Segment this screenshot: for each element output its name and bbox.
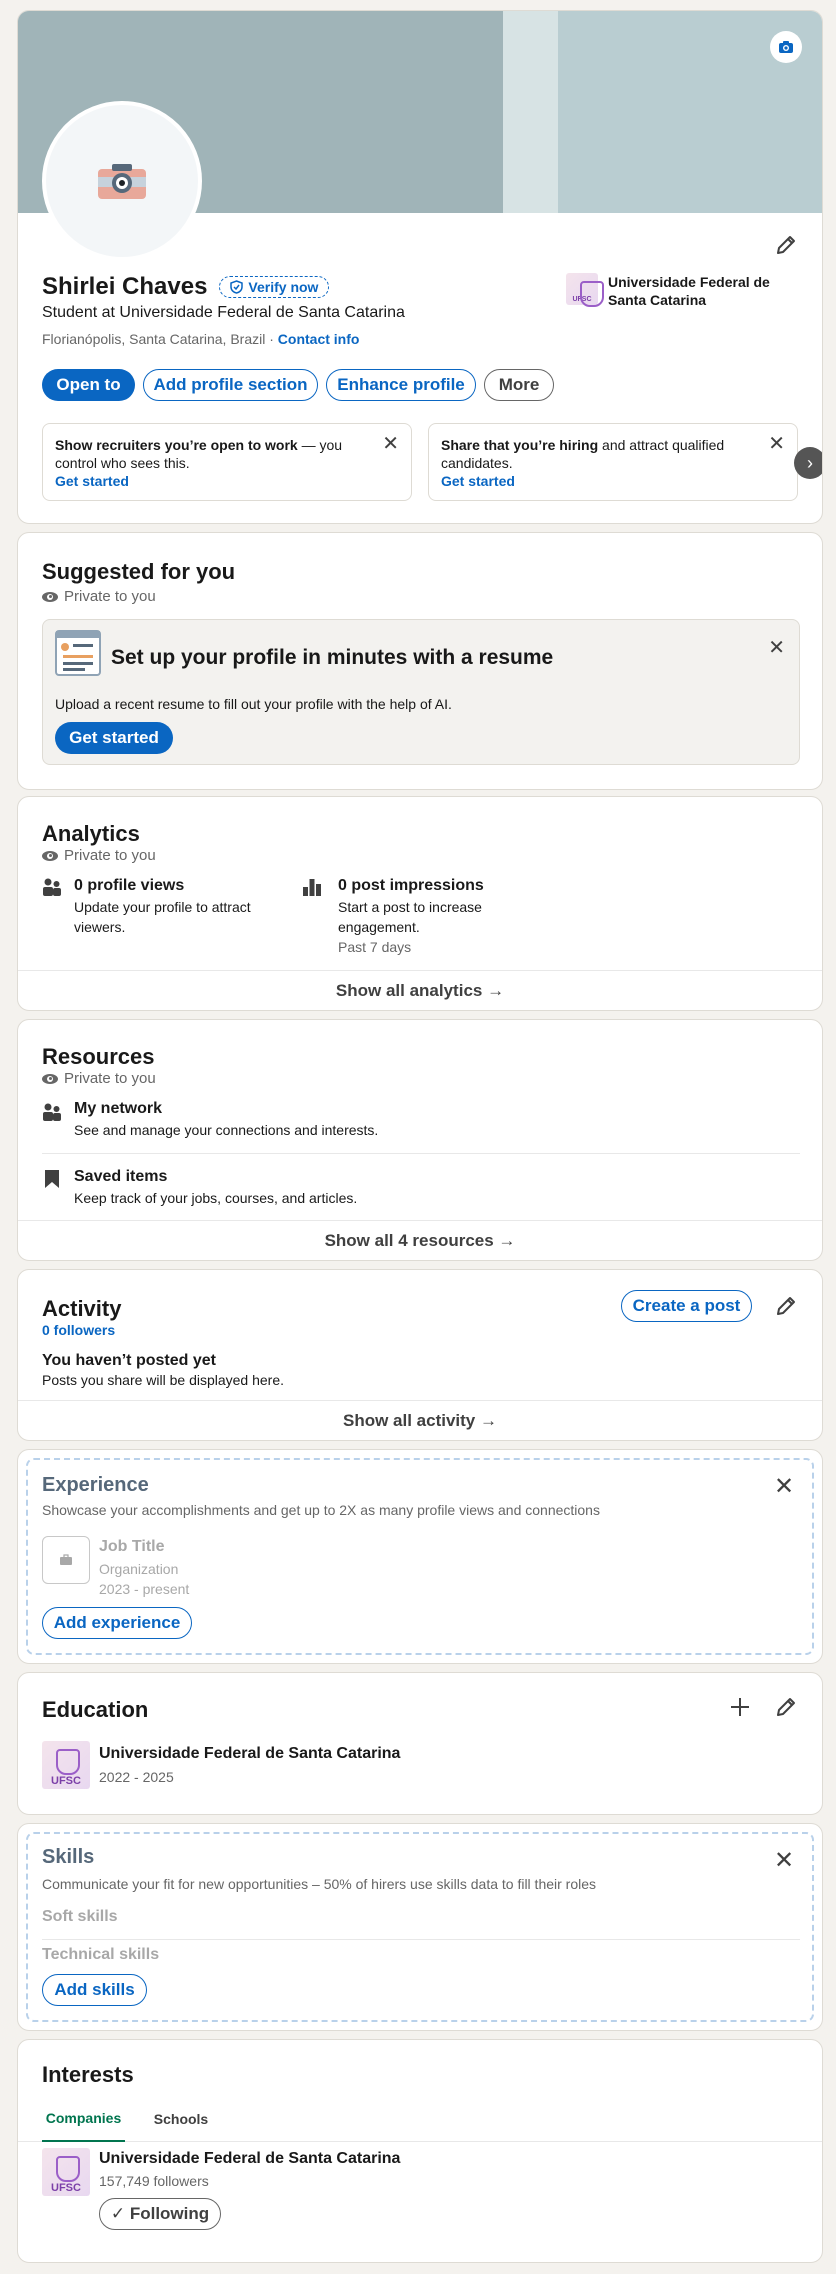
camera-icon[interactable] [770,31,802,63]
interest-followers: 157,749 followers [99,2173,209,2189]
close-icon[interactable]: ✕ [382,434,399,454]
edit-activity-pencil-icon[interactable] [774,1294,798,1318]
profile-location: Florianópolis, Santa Catarina, Brazil [42,331,266,347]
resume-title: Set up your profile in minutes with a re… [111,646,554,669]
experience-description: Showcase your accomplishments and get up… [42,1502,600,1518]
open-to-work-get-started-link[interactable]: Get started [55,473,129,489]
dates-placeholder: 2023 - present [99,1581,190,1597]
resume-get-started-button[interactable]: Get started [55,722,173,754]
experience-title: Experience [42,1474,149,1496]
empty-activity-description: Posts you share will be displayed here. [42,1372,285,1388]
skills-description: Communicate your fit for new opportuniti… [42,1876,597,1892]
resume-document-icon [55,630,101,676]
bookmark-icon [45,1170,59,1188]
profile-name: Shirlei Chaves [42,273,208,300]
followers-count-link[interactable]: 0 followers [42,1322,115,1338]
interests-tabs: Companies Schools [18,2096,822,2142]
hiring-promo: Share that you’re hiring and attract qua… [428,423,798,501]
post-impressions-item[interactable]: 0 post impressions Start a post to incre… [302,877,562,955]
profile-headline: Student at Universidade Federal de Santa… [42,304,405,321]
verify-now-badge[interactable]: Verify now [219,276,330,298]
organization-placeholder: Organization [99,1561,179,1577]
create-post-button[interactable]: Create a post [621,1290,752,1322]
profile-school[interactable]: UFSC Universidade Federal de Santa Catar… [566,273,798,309]
my-network-item[interactable]: My network See and manage your connectio… [42,1100,800,1154]
eye-icon [42,850,58,861]
resources-card: Resources Private to you My network See … [17,1019,823,1261]
enhance-profile-button[interactable]: Enhance profile [326,369,476,401]
eye-icon [42,591,58,602]
add-icon[interactable] [728,1695,752,1719]
add-profile-section-button[interactable]: Add profile section [143,369,318,401]
analytics-title: Analytics [42,821,140,846]
soft-skills-placeholder: Soft skills [42,1908,800,1940]
ufsc-logo: UFSC [566,273,604,307]
carousel-next-button[interactable]: › [794,447,822,479]
camera-placeholder-icon [98,164,146,199]
ufsc-logo[interactable]: UFSC [42,2148,90,2196]
close-icon[interactable]: ✕ [768,638,785,658]
open-to-button[interactable]: Open to [42,369,135,401]
private-label: Private to you [42,847,156,864]
skills-title: Skills [42,1846,95,1868]
activity-card: Activity 0 followers Create a post You h… [17,1269,823,1441]
profile-views-item[interactable]: 0 profile views Update your profile to a… [42,877,302,937]
show-all-analytics-link[interactable]: Show all analytics → [18,970,822,1010]
interests-title: Interests [42,2062,134,2087]
education-title: Education [42,1697,149,1722]
tab-schools[interactable]: Schools [146,2096,216,2142]
private-label: Private to you [42,588,156,605]
bar-chart-icon [303,879,321,896]
technical-skills-placeholder: Technical skills [42,1946,160,1963]
empty-activity-title: You haven’t posted yet [42,1352,216,1369]
interests-card: Interests Companies Schools UFSC Univers… [17,2039,823,2263]
close-icon[interactable]: ✕ [774,1472,794,1501]
add-experience-button[interactable]: Add experience [42,1607,192,1639]
education-school-name[interactable]: Universidade Federal de Santa Catarina [99,1745,400,1763]
analytics-card: Analytics Private to you 0 profile views… [17,796,823,1011]
resources-title: Resources [42,1044,155,1069]
people-icon [43,878,61,896]
hiring-get-started-link[interactable]: Get started [441,473,515,489]
close-icon[interactable]: ✕ [774,1846,794,1875]
briefcase-icon [60,1554,72,1565]
interest-company-name[interactable]: Universidade Federal de Santa Catarina [99,2150,400,2168]
edit-intro-pencil-icon[interactable] [774,233,798,257]
job-title-placeholder: Job Title [99,1538,165,1555]
show-all-resources-link[interactable]: Show all 4 resources → [18,1220,822,1260]
suggested-card: Suggested for you Private to you Set up … [17,532,823,790]
skills-card: Skills ✕ Communicate your fit for new op… [17,1823,823,2031]
edit-education-pencil-icon[interactable] [774,1695,798,1719]
more-button[interactable]: More [484,369,554,401]
shield-check-icon [230,280,244,294]
open-to-work-promo: Show recruiters you’re open to work — yo… [42,423,412,501]
education-card: Education UFSC Universidade Federal de S… [17,1672,823,1815]
show-all-activity-link[interactable]: Show all activity → [18,1400,822,1440]
add-skills-button[interactable]: Add skills [42,1974,147,2006]
profile-photo[interactable] [42,101,202,261]
profile-card: Shirlei Chaves Verify now Student at Uni… [17,10,823,524]
tab-companies[interactable]: Companies [42,2096,125,2142]
people-icon [43,1103,61,1121]
contact-info-link[interactable]: Contact info [278,331,360,347]
education-years: 2022 - 2025 [99,1769,174,1785]
ufsc-logo[interactable]: UFSC [42,1741,90,1789]
saved-items-item[interactable]: Saved items Keep track of your jobs, cou… [42,1168,800,1206]
suggested-title: Suggested for you [42,559,236,584]
eye-icon [42,1073,58,1084]
job-placeholder-logo [42,1536,90,1584]
experience-card: Experience ✕ Showcase your accomplishmen… [17,1449,823,1664]
resume-description: Upload a recent resume to fill out your … [55,696,452,712]
close-icon[interactable]: ✕ [768,434,785,454]
activity-title: Activity [42,1296,122,1321]
following-button[interactable]: ✓ Following [99,2198,221,2230]
private-label: Private to you [42,1070,156,1087]
resume-banner: Set up your profile in minutes with a re… [42,619,800,765]
